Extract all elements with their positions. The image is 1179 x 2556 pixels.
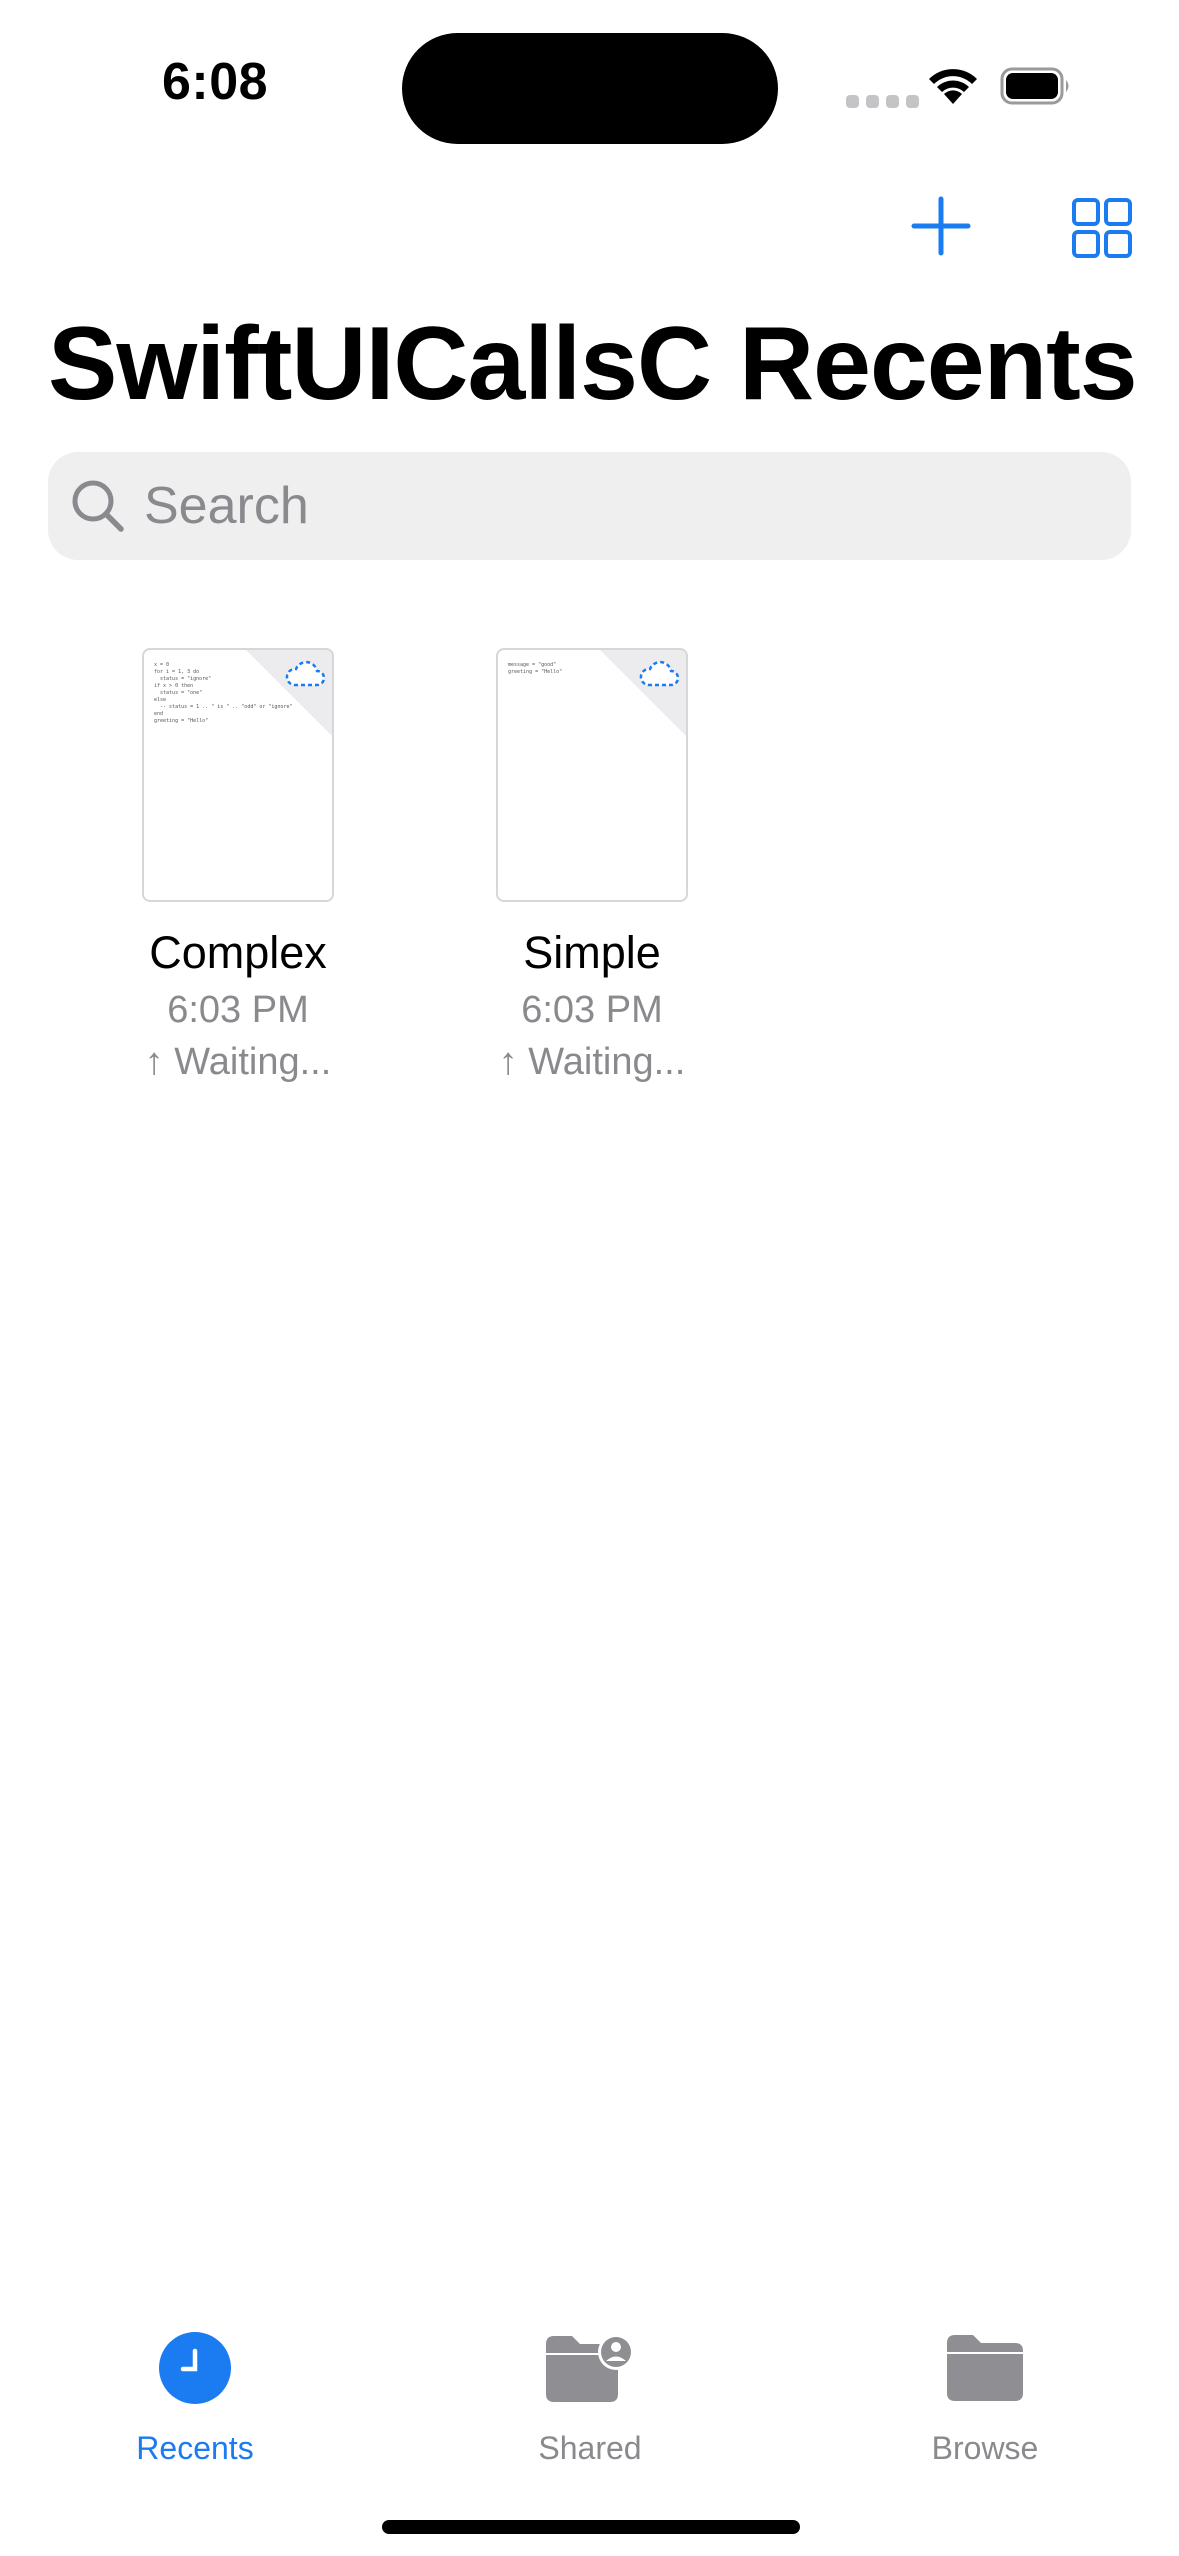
tab-shared[interactable]: Shared xyxy=(490,2328,690,2467)
file-time: 6:03 PM xyxy=(167,989,309,1031)
file-upload-status: ↑ Waiting... xyxy=(498,1040,686,1083)
grid-view-button[interactable] xyxy=(1071,197,1133,259)
add-button[interactable] xyxy=(910,195,972,257)
file-name: Complex xyxy=(149,927,327,978)
cloud-upload-icon xyxy=(285,660,326,687)
file-item-simple[interactable]: message = "good" greeting = "Hello" Simp… xyxy=(442,648,742,1085)
tab-label: Recents xyxy=(136,2430,254,2466)
tab-label: Shared xyxy=(538,2430,642,2466)
file-thumbnail[interactable]: x = 0 for i = 1, 3 do status = "ignore" … xyxy=(142,648,334,902)
tab-label: Browse xyxy=(931,2430,1039,2466)
file-time: 6:03 PM xyxy=(521,989,663,1031)
cellular-signal-icon xyxy=(846,95,919,108)
folder-icon xyxy=(947,2335,1023,2401)
file-preview-text: message = "good" greeting = "Hello" xyxy=(508,662,563,675)
page-title: SwiftUICallsC Recents xyxy=(48,306,1138,422)
tab-recents[interactable]: Recents xyxy=(95,2328,295,2467)
search-icon xyxy=(72,480,124,532)
shared-folder-icon xyxy=(546,2334,634,2402)
cloud-upload-icon xyxy=(639,660,680,687)
wifi-icon xyxy=(929,69,977,104)
battery-icon xyxy=(1000,67,1069,105)
file-upload-status: ↑ Waiting... xyxy=(144,1040,332,1083)
dynamic-island xyxy=(402,33,778,144)
search-bar[interactable] xyxy=(48,452,1131,560)
search-input[interactable] xyxy=(144,476,1044,536)
file-name: Simple xyxy=(523,927,661,978)
file-item-complex[interactable]: x = 0 for i = 1, 3 do status = "ignore" … xyxy=(88,648,388,1085)
tab-browse[interactable]: Browse xyxy=(885,2328,1085,2467)
clock-icon xyxy=(159,2332,231,2404)
home-indicator xyxy=(382,2520,800,2534)
file-thumbnail[interactable]: message = "good" greeting = "Hello" xyxy=(496,648,688,902)
status-time: 6:08 xyxy=(161,53,269,111)
